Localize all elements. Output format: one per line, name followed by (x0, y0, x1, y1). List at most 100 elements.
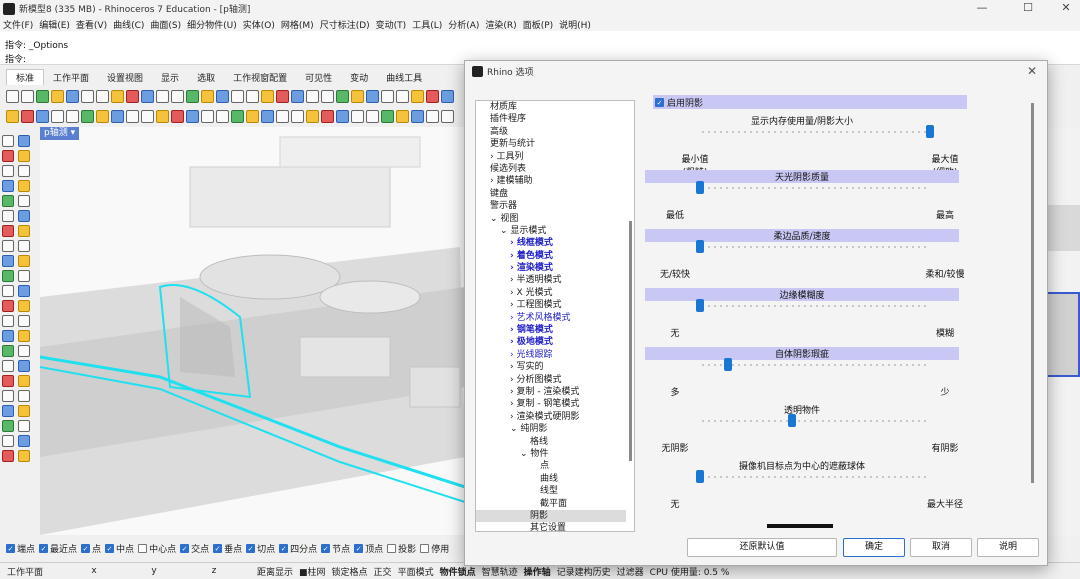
tool-icon[interactable] (18, 330, 30, 342)
tree-item[interactable]: 材质库 (476, 101, 626, 113)
tool-icon[interactable] (291, 109, 304, 123)
menu-item[interactable]: 查看(V) (73, 18, 110, 31)
tree-item[interactable]: › 极地模式 (476, 336, 626, 348)
tree-item[interactable]: 其它设置 (476, 522, 626, 531)
status-item[interactable]: 物件锁点 (437, 565, 479, 578)
cancel-button[interactable]: 取消 (910, 538, 972, 557)
enable-shadows-checkbox[interactable]: ✓ (655, 97, 664, 107)
tool-icon[interactable] (6, 89, 19, 103)
tool-icon[interactable] (351, 89, 364, 103)
tool-icon[interactable] (2, 435, 14, 447)
tool-icon[interactable] (291, 89, 304, 103)
menu-item[interactable]: 尺寸标注(D) (317, 18, 373, 31)
tool-icon[interactable] (381, 89, 394, 103)
tool-icon[interactable] (321, 109, 334, 123)
slider-track[interactable] (700, 364, 930, 366)
menu-item[interactable]: 分析(A) (445, 18, 482, 31)
tool-icon[interactable] (276, 109, 289, 123)
status-item[interactable]: 锁定格点 (329, 565, 371, 578)
tool-icon[interactable] (231, 89, 244, 103)
tool-icon[interactable] (2, 240, 14, 252)
tree-item[interactable]: › 复制 - 渲染模式 (476, 386, 626, 398)
tool-icon[interactable] (306, 89, 319, 103)
status-item[interactable]: 正交 (371, 565, 395, 578)
tree-item[interactable]: › X 光模式 (476, 287, 626, 299)
tool-icon[interactable] (336, 89, 349, 103)
slider-track[interactable] (700, 305, 930, 307)
osnap-9[interactable]: ✓ 节点 (321, 542, 350, 555)
tool-icon[interactable] (2, 375, 14, 387)
tool-icon[interactable] (2, 285, 14, 297)
tool-icon[interactable] (171, 109, 184, 123)
tool-icon[interactable] (156, 109, 169, 123)
tool-icon[interactable] (2, 315, 14, 327)
status-item[interactable]: 工作平面 (4, 565, 64, 578)
tool-icon[interactable] (411, 109, 424, 123)
tool-icon[interactable] (2, 405, 14, 417)
tool-icon[interactable] (2, 135, 14, 147)
tree-item[interactable]: 点 (476, 460, 626, 472)
osnap-11[interactable]: 投影 (387, 542, 416, 555)
tool-icon[interactable] (81, 89, 94, 103)
tool-icon[interactable] (2, 270, 14, 282)
tool-icon[interactable] (2, 150, 14, 162)
tool-icon[interactable] (381, 109, 394, 123)
status-item[interactable]: z (184, 566, 244, 576)
slider-track[interactable] (700, 131, 930, 133)
tool-icon[interactable] (126, 109, 139, 123)
tool-icon[interactable] (156, 89, 169, 103)
status-item[interactable]: CPU 使用量: 0.5 % (647, 565, 733, 578)
toolbar-tab[interactable]: 工作平面 (44, 70, 98, 85)
maximize-button[interactable]: ☐ (1014, 0, 1042, 17)
status-item[interactable]: 距离显示 (254, 565, 296, 578)
tree-item[interactable]: 截平面 (476, 498, 626, 510)
tool-icon[interactable] (2, 300, 14, 312)
menu-item[interactable]: 面板(P) (520, 18, 556, 31)
tool-icon[interactable] (426, 109, 439, 123)
menu-item[interactable]: 渲染(R) (482, 18, 519, 31)
tool-icon[interactable] (411, 89, 424, 103)
tree-item[interactable]: › 艺术风格模式 (476, 312, 626, 324)
tool-icon[interactable] (18, 195, 30, 207)
osnap-checkbox[interactable]: ✓ (213, 543, 223, 553)
osnap-12[interactable]: 停用 (420, 542, 449, 555)
tool-icon[interactable] (18, 405, 30, 417)
status-item[interactable]: 智慧轨迹 (479, 565, 521, 578)
tool-icon[interactable] (2, 255, 14, 267)
tool-icon[interactable] (2, 420, 14, 432)
tree-item[interactable]: 线型 (476, 485, 626, 497)
tool-icon[interactable] (351, 109, 364, 123)
osnap-checkbox[interactable]: ✓ (246, 543, 256, 553)
osnap-4[interactable]: 中心点 (138, 542, 176, 555)
menu-item[interactable]: 网格(M) (278, 18, 317, 31)
menu-item[interactable]: 变动(T) (373, 18, 410, 31)
tool-icon[interactable] (111, 89, 124, 103)
tool-icon[interactable] (18, 240, 30, 252)
tool-icon[interactable] (81, 109, 94, 123)
tool-icon[interactable] (171, 89, 184, 103)
osnap-checkbox[interactable] (138, 543, 148, 553)
tool-icon[interactable] (18, 435, 30, 447)
tool-icon[interactable] (246, 89, 259, 103)
thumbnail-1[interactable] (1046, 205, 1080, 251)
slider-thumb[interactable] (696, 299, 704, 312)
menu-item[interactable]: 实体(O) (240, 18, 278, 31)
status-item[interactable]: 记录建构历史 (554, 565, 614, 578)
slider-thumb[interactable] (788, 414, 796, 427)
ok-button[interactable]: 确定 (843, 538, 905, 557)
status-item[interactable]: 操作轴 (521, 565, 554, 578)
tool-icon[interactable] (336, 109, 349, 123)
osnap-checkbox[interactable] (420, 543, 430, 553)
tool-icon[interactable] (2, 360, 14, 372)
tool-icon[interactable] (18, 285, 30, 297)
toolbar-tab[interactable]: 标准 (6, 69, 45, 85)
toolbar-tab[interactable]: 曲线工具 (377, 70, 431, 85)
tool-icon[interactable] (396, 109, 409, 123)
tool-icon[interactable] (18, 450, 30, 462)
menu-item[interactable]: 工具(L) (409, 18, 445, 31)
slider-thumb[interactable] (723, 358, 732, 371)
osnap-5[interactable]: ✓ 交点 (180, 542, 209, 555)
slider-track[interactable] (700, 476, 930, 478)
tool-icon[interactable] (201, 109, 214, 123)
tool-icon[interactable] (18, 315, 30, 327)
